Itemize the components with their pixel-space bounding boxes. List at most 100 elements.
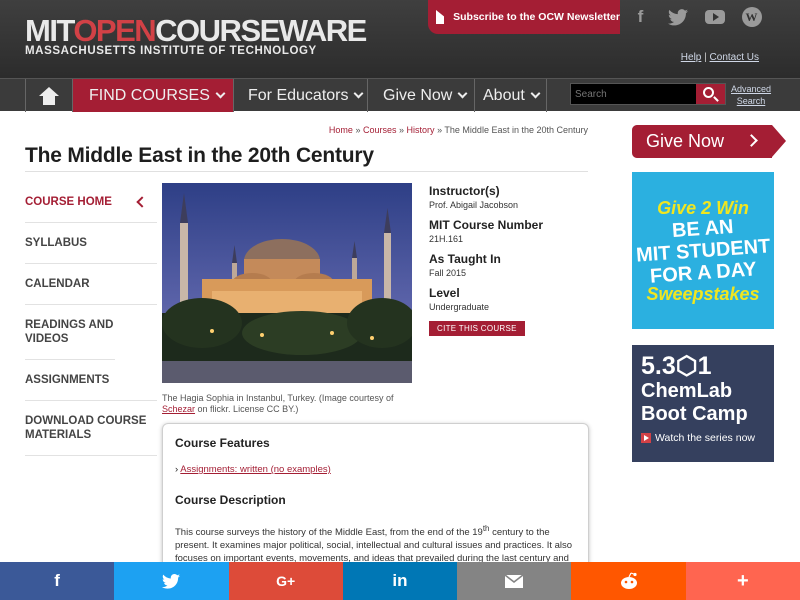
- sidebar-item-download[interactable]: DOWNLOAD COURSE MATERIALS: [25, 401, 157, 456]
- breadcrumb-sep: »: [399, 125, 405, 135]
- course-description-heading: Course Description: [175, 493, 286, 507]
- search-box: [570, 83, 726, 105]
- help-link[interactable]: Help: [681, 52, 702, 63]
- sidebar-item-syllabus[interactable]: SYLLABUS: [25, 223, 157, 264]
- sidebar-item-label: ASSIGNMENTS: [25, 374, 110, 386]
- facebook-icon[interactable]: f: [622, 0, 659, 34]
- chevron-down-icon: [457, 88, 468, 99]
- play-icon: [641, 433, 651, 443]
- plus-icon: +: [736, 569, 749, 592]
- chevron-down-icon: [354, 88, 364, 99]
- twitter-icon: [162, 573, 181, 589]
- search-input[interactable]: [571, 84, 697, 104]
- chemlab-banner[interactable]: 5.3⬡1 ChemLab Boot Camp Watch the series…: [632, 345, 774, 462]
- give-now-button[interactable]: Give Now: [632, 125, 786, 158]
- level-heading: Level: [429, 286, 460, 300]
- title-divider: [25, 171, 588, 172]
- reddit-icon: [620, 572, 637, 589]
- logo-subtitle: MASSACHUSETTS INSTITUTE OF TECHNOLOGY: [25, 45, 317, 57]
- share-bar: f G+ in +: [0, 562, 800, 600]
- give-now-label: Give Now: [646, 131, 725, 151]
- wordpress-icon[interactable]: W: [733, 0, 770, 34]
- home-button[interactable]: [25, 79, 73, 112]
- course-number-heading: MIT Course Number: [429, 218, 544, 232]
- chemlab-course-number: 5.3⬡1: [641, 352, 712, 380]
- share-twitter-button[interactable]: [114, 562, 229, 600]
- breadcrumb-courses[interactable]: Courses: [363, 125, 397, 135]
- course-description-text: This course surveys the history of the M…: [175, 522, 576, 565]
- promo-headline: Give 2 Win: [657, 197, 749, 218]
- site-header: MITOPENCOURSEWARE MASSACHUSETTS INSTITUT…: [0, 0, 800, 78]
- contact-us-link[interactable]: Contact Us: [710, 52, 759, 63]
- course-sidebar: COURSE HOME SYLLABUS CALENDAR READINGS A…: [25, 182, 157, 456]
- sidebar-item-label: CALENDAR: [25, 278, 90, 290]
- breadcrumb-sep: »: [355, 125, 361, 135]
- description-part-1: This course surveys the history of the M…: [175, 527, 483, 539]
- sidebar-item-readings[interactable]: READINGS AND VIDEOS: [25, 305, 115, 360]
- breadcrumb: Home » Courses » History » The Middle Ea…: [329, 125, 588, 135]
- nav-give-now[interactable]: Give Now: [368, 79, 475, 112]
- share-linkedin-button[interactable]: in: [342, 562, 458, 600]
- chevron-down-icon: [215, 88, 226, 99]
- nav-give-now-label: Give Now: [383, 86, 453, 104]
- instructor-value: Prof. Abigail Jacobson: [429, 200, 519, 210]
- nav-about-label: About: [483, 86, 525, 104]
- home-icon: [39, 86, 59, 105]
- course-features-box: Course Features › Assignments: written (…: [162, 423, 589, 573]
- sidebar-item-assignments[interactable]: ASSIGNMENTS: [25, 360, 157, 401]
- advanced-search-link[interactable]: Advanced Search: [731, 83, 771, 107]
- google-plus-icon: G+: [276, 573, 296, 589]
- watch-series-label: Watch the series now: [655, 432, 755, 444]
- feature-list-item: › Assignments: written (no examples): [175, 464, 576, 475]
- twitter-icon[interactable]: [659, 0, 696, 34]
- link-separator: |: [704, 52, 707, 63]
- youtube-icon[interactable]: [696, 0, 733, 34]
- level-value: Undergraduate: [429, 302, 490, 312]
- cite-course-button[interactable]: CITE THIS COURSE: [429, 321, 525, 336]
- sidebar-item-label: DOWNLOAD COURSE MATERIALS: [25, 415, 147, 441]
- share-more-button[interactable]: +: [685, 562, 800, 600]
- newsletter-subscribe-button[interactable]: Subscribe to the OCW Newsletter: [428, 0, 620, 34]
- image-caption: The Hagia Sophia in Instanbul, Turkey. (…: [162, 393, 412, 415]
- search-button[interactable]: [696, 84, 725, 104]
- chemlab-title-1: ChemLab: [641, 380, 733, 402]
- advanced-search-label-2: Search: [736, 96, 766, 106]
- course-features-heading: Course Features: [175, 436, 270, 450]
- social-links: f W: [622, 0, 770, 34]
- nav-about[interactable]: About: [475, 79, 547, 112]
- utility-links: Help | Contact Us: [681, 52, 759, 63]
- sweepstakes-banner[interactable]: Give 2 Win BE AN MIT STUDENT FOR A DAY S…: [632, 172, 774, 329]
- sidebar-item-label: READINGS AND VIDEOS: [25, 319, 114, 345]
- email-icon: [505, 574, 524, 588]
- sidebar-item-course-home[interactable]: COURSE HOME: [25, 182, 157, 223]
- search-icon: [703, 87, 714, 98]
- share-google-plus-button[interactable]: G+: [228, 562, 343, 600]
- advanced-search-label-1: Advanced: [731, 84, 772, 94]
- mit-ocw-logo[interactable]: MITOPENCOURSEWARE: [25, 13, 367, 48]
- caption-license: on flickr. License CC BY.): [197, 404, 299, 414]
- share-reddit-button[interactable]: [571, 562, 686, 600]
- caption-text: The Hagia Sophia in Instanbul, Turkey. (…: [162, 393, 394, 403]
- page-title: The Middle East in the 20th Century: [25, 144, 374, 167]
- taught-in-heading: As Taught In: [429, 252, 501, 266]
- logo-text-open: OPEN: [73, 13, 156, 48]
- course-number-value: 21H.161: [429, 234, 464, 244]
- chevron-right-icon: ›: [175, 464, 179, 475]
- breadcrumb-home[interactable]: Home: [329, 125, 353, 135]
- feature-assignments-link[interactable]: Assignments: written (no examples): [180, 464, 330, 475]
- sidebar-item-calendar[interactable]: CALENDAR: [25, 264, 157, 305]
- nav-for-educators[interactable]: For Educators: [234, 79, 368, 112]
- facebook-icon: f: [54, 571, 60, 590]
- chevron-right-icon: [745, 134, 758, 147]
- caption-author-link[interactable]: Schezar: [162, 404, 195, 414]
- linkedin-icon: in: [392, 571, 408, 590]
- newsletter-label: Subscribe to the OCW Newsletter: [453, 11, 620, 23]
- share-email-button[interactable]: [457, 562, 572, 600]
- share-facebook-button[interactable]: f: [0, 562, 115, 600]
- watch-series-row: Watch the series now: [641, 432, 765, 444]
- taught-in-value: Fall 2015: [429, 268, 467, 278]
- envelope-icon: [436, 10, 457, 24]
- nav-for-educators-label: For Educators: [248, 86, 349, 104]
- breadcrumb-history[interactable]: History: [407, 125, 435, 135]
- nav-find-courses[interactable]: FIND COURSES: [73, 79, 234, 112]
